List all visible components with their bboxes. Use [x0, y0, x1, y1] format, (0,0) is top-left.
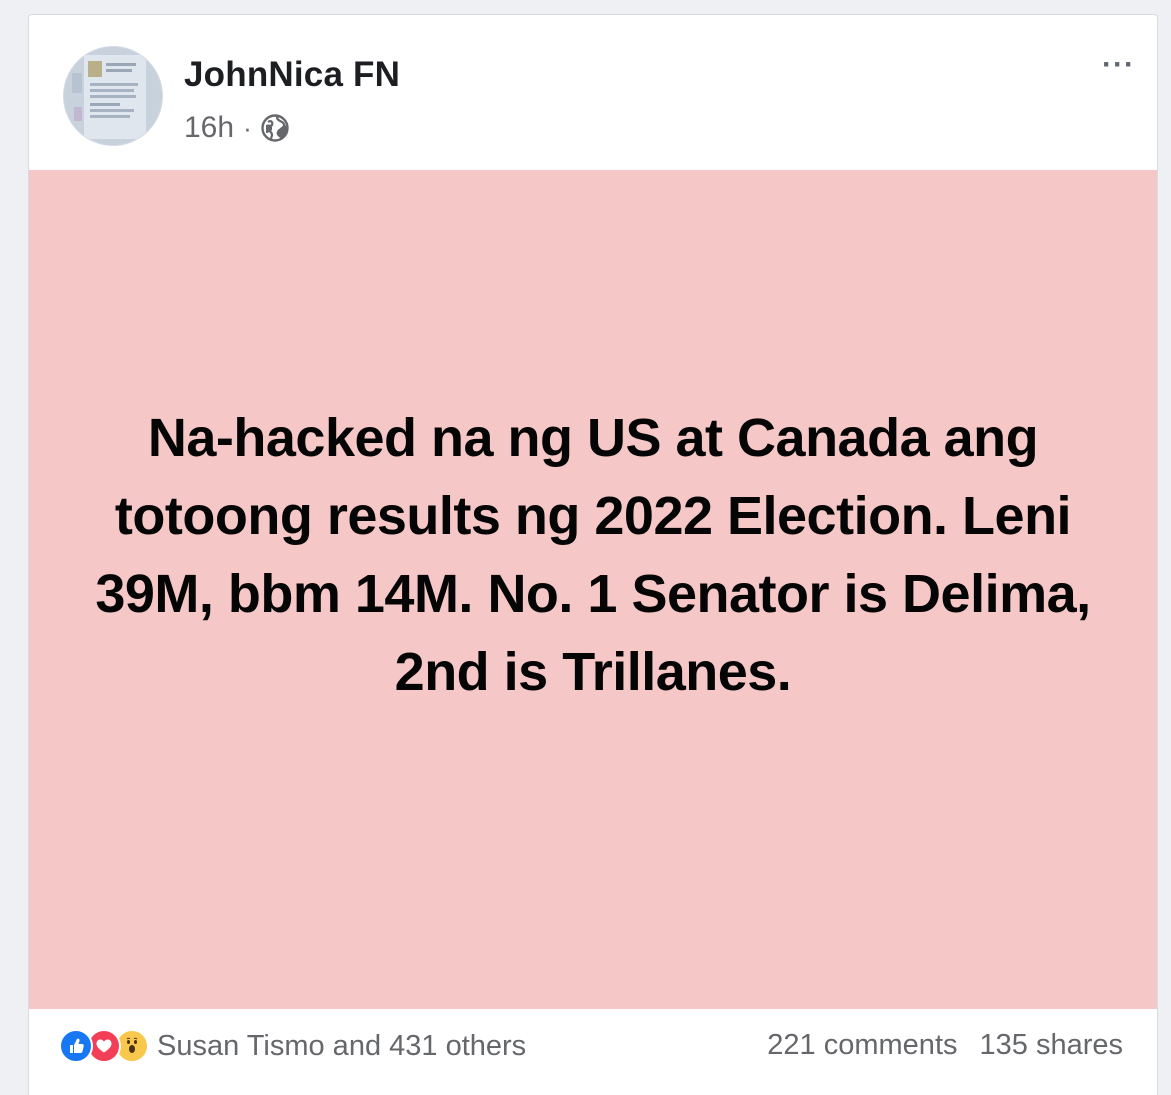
reactions-summary[interactable]: Susan Tismo and 431 others [59, 1029, 526, 1063]
comments-count[interactable]: 221 comments [767, 1029, 957, 1062]
avatar-image [64, 47, 162, 145]
post-background: Na-hacked na ng US at Canada ang totoong… [29, 170, 1157, 1009]
post-meta: 16h · [184, 110, 290, 146]
reactions-text[interactable]: Susan Tismo and 431 others [157, 1030, 526, 1063]
post-text: Na-hacked na ng US at Canada ang totoong… [95, 407, 1091, 702]
more-options-button[interactable]: ··· [1102, 50, 1135, 80]
globe-icon[interactable] [260, 113, 290, 143]
author-avatar[interactable] [63, 46, 163, 146]
post-footer: Susan Tismo and 431 others 221 comments … [29, 1009, 1157, 1095]
meta-separator: · [243, 112, 252, 143]
engagement-counts: 221 comments 135 shares [767, 1029, 1123, 1062]
post-card: JohnNica FN 16h · ··· Na-hacked na ng US… [28, 14, 1158, 1095]
like-icon [59, 1029, 93, 1063]
author-name[interactable]: JohnNica FN [184, 55, 400, 95]
post-timestamp[interactable]: 16h [184, 111, 234, 145]
shares-count[interactable]: 135 shares [980, 1029, 1124, 1062]
